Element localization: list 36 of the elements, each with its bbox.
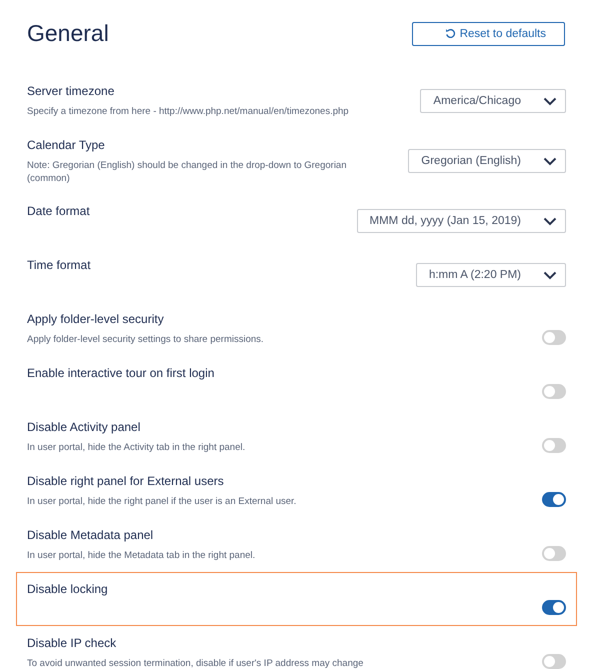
- reset-icon: [444, 28, 456, 39]
- toggle-switch[interactable]: [542, 438, 566, 453]
- reset-button[interactable]: Reset to defaults: [412, 22, 565, 46]
- chevron-down-icon: [543, 216, 557, 226]
- setting-label: Disable locking: [27, 581, 108, 597]
- dropdown[interactable]: America/Chicago: [420, 89, 566, 113]
- setting-label: Disable Metadata panel: [27, 527, 154, 543]
- setting-description: Specify a timezone from here - http://www.php.net/manual/en/timezones.php: [27, 105, 349, 118]
- setting-description: Note: Gregorian (English) should be changed in the drop-down to Gregorian (common): [27, 159, 348, 185]
- setting-label: Disable right panel for External users: [27, 473, 225, 489]
- setting-description: In user portal, hide the Metadata tab in the right panel.: [27, 549, 256, 562]
- setting-label: Calendar Type: [27, 137, 106, 153]
- toggle-switch[interactable]: [542, 384, 566, 399]
- setting-label: Time format: [27, 257, 91, 273]
- toggle-switch[interactable]: [542, 546, 566, 561]
- setting-description: To avoid unwanted session termination, disable if user's IP address may change: [27, 657, 364, 669]
- dropdown[interactable]: Gregorian (English): [408, 149, 566, 173]
- setting-label: Apply folder-level security: [27, 311, 165, 327]
- chevron-down-icon: [543, 270, 557, 280]
- chevron-down-icon: [543, 156, 557, 166]
- toggle-switch[interactable]: [542, 654, 566, 669]
- setting-label: Date format: [27, 203, 90, 219]
- setting-label: Disable Activity panel: [27, 419, 142, 435]
- toggle-switch[interactable]: [542, 330, 566, 345]
- setting-label: Server timezone: [27, 83, 116, 99]
- setting-description: In user portal, hide the Activity tab in the right panel.: [27, 441, 246, 454]
- toggle-switch[interactable]: [542, 600, 566, 615]
- toggle-switch[interactable]: [542, 492, 566, 507]
- setting-label: Disable IP check: [27, 635, 118, 651]
- dropdown[interactable]: h:mm A (2:20 PM): [416, 263, 566, 287]
- page-title: General: [27, 20, 109, 47]
- setting-description: In user portal, hide the right panel if the user is an External user.: [27, 495, 296, 508]
- chevron-down-icon: [543, 96, 557, 106]
- dropdown[interactable]: MMM dd, yyyy (Jan 15, 2019): [356, 209, 566, 233]
- setting-label: Enable interactive tour on first login: [27, 365, 214, 381]
- setting-description: Apply folder-level security settings to share permissions.: [27, 333, 264, 346]
